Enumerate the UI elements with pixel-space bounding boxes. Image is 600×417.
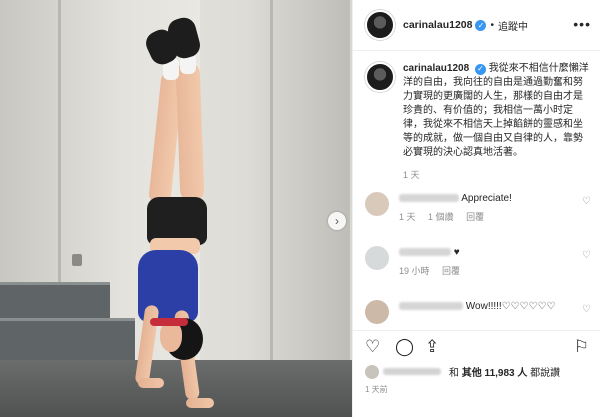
- more-options-icon[interactable]: •••: [573, 16, 591, 32]
- commenter-avatar[interactable]: [365, 300, 389, 324]
- commenter-username[interactable]: [399, 248, 451, 257]
- floor: [0, 360, 352, 417]
- wall-seam: [270, 0, 273, 417]
- verified-badge-icon: ✓: [475, 19, 487, 31]
- caption-text: 我從來不相信什麼懶洋洋的自由，我向往的自由是通過勤奮和努力實現的更廣闊的人生，那…: [403, 63, 589, 158]
- caption-avatar[interactable]: [365, 62, 395, 92]
- comment-time[interactable]: 1 天: [399, 212, 416, 222]
- reply-button[interactable]: 回覆: [466, 212, 484, 222]
- heart-icon[interactable]: ♡: [365, 337, 380, 357]
- post-detail-panel: carinalau1208 ✓ • 追蹤中 ••• carinalau1208 …: [352, 0, 600, 417]
- caption-username[interactable]: carinalau1208: [403, 63, 469, 74]
- post-actions-bar: ♡ ◯ ⇪ ⚐: [353, 330, 600, 361]
- comment-icon[interactable]: ◯: [395, 337, 414, 357]
- likes-summary: 和 其他 11,983 人 都說讚: [365, 364, 560, 379]
- verified-badge-icon: ✓: [474, 63, 486, 75]
- comment-time[interactable]: 19 小時: [399, 266, 430, 276]
- comment-item: ♥ 19 小時 回覆 ♡: [365, 246, 591, 278]
- author-avatar[interactable]: [365, 10, 395, 40]
- comment-item: Appreciate! 1 天 1 個讚 回覆 ♡: [365, 192, 591, 224]
- author-username[interactable]: carinalau1208: [403, 19, 472, 31]
- comment-heart-icon[interactable]: ♡: [582, 196, 591, 207]
- comment-body: ♥ 19 小時 回覆: [399, 246, 569, 278]
- liker-avatar: [365, 364, 379, 379]
- comment-likes[interactable]: 1 個讚: [428, 212, 454, 222]
- comment-heart-icon[interactable]: ♡: [582, 304, 591, 315]
- following-button[interactable]: 追蹤中: [498, 18, 528, 33]
- next-photo-arrow-icon[interactable]: ›: [328, 212, 346, 230]
- commenter-username[interactable]: [399, 194, 459, 203]
- likes-text[interactable]: 和 其他 11,983 人 都說讚: [449, 364, 560, 379]
- likes-prefix: 和: [449, 368, 459, 379]
- stair-step: [0, 318, 135, 365]
- liker-username[interactable]: [383, 368, 441, 375]
- comment-meta: 19 小時 回覆: [399, 264, 569, 278]
- comment-text: Wow!!!!!♡♡♡♡♡♡: [465, 301, 556, 312]
- bookmark-icon[interactable]: ⚐: [574, 337, 589, 357]
- comment-heart-icon[interactable]: ♡: [582, 250, 591, 261]
- leg: [175, 61, 205, 203]
- commenter-avatar[interactable]: [365, 246, 389, 270]
- caption-body: carinalau1208 ✓ 我從來不相信什麼懶洋洋的自由，我向往的自由是通過…: [403, 62, 591, 182]
- commenter-avatar[interactable]: [365, 192, 389, 216]
- separator-dot: •: [490, 19, 494, 31]
- commenter-username[interactable]: [399, 302, 463, 311]
- wall-shadow: [200, 0, 350, 417]
- post-photo[interactable]: ›: [0, 0, 352, 417]
- post-header: carinalau1208 ✓ • 追蹤中 •••: [353, 0, 600, 51]
- share-icon[interactable]: ⇪: [425, 337, 439, 357]
- comment-body: Appreciate! 1 天 1 個讚 回覆: [399, 192, 569, 224]
- comment-body: Wow!!!!!♡♡♡♡♡♡: [399, 300, 569, 324]
- comment-text: Appreciate!: [461, 193, 512, 204]
- likes-count[interactable]: 其他 11,983 人: [462, 368, 528, 379]
- headband: [150, 318, 188, 326]
- comment-meta: 1 天 1 個讚 回覆: [399, 210, 569, 224]
- post-date[interactable]: 1 天前: [365, 384, 388, 395]
- hand: [186, 398, 214, 408]
- wall-fixture: [72, 254, 82, 266]
- comment-text: ♥: [453, 247, 460, 258]
- caption-time[interactable]: 1 天: [403, 168, 591, 182]
- post-caption: carinalau1208 ✓ 我從來不相信什麼懶洋洋的自由，我向往的自由是通過…: [365, 62, 591, 182]
- comment-item: Wow!!!!!♡♡♡♡♡♡ ♡: [365, 300, 591, 324]
- likes-suffix: 都說讚: [530, 368, 561, 379]
- reply-button[interactable]: 回覆: [442, 266, 460, 276]
- face: [160, 322, 182, 352]
- hand: [138, 378, 164, 388]
